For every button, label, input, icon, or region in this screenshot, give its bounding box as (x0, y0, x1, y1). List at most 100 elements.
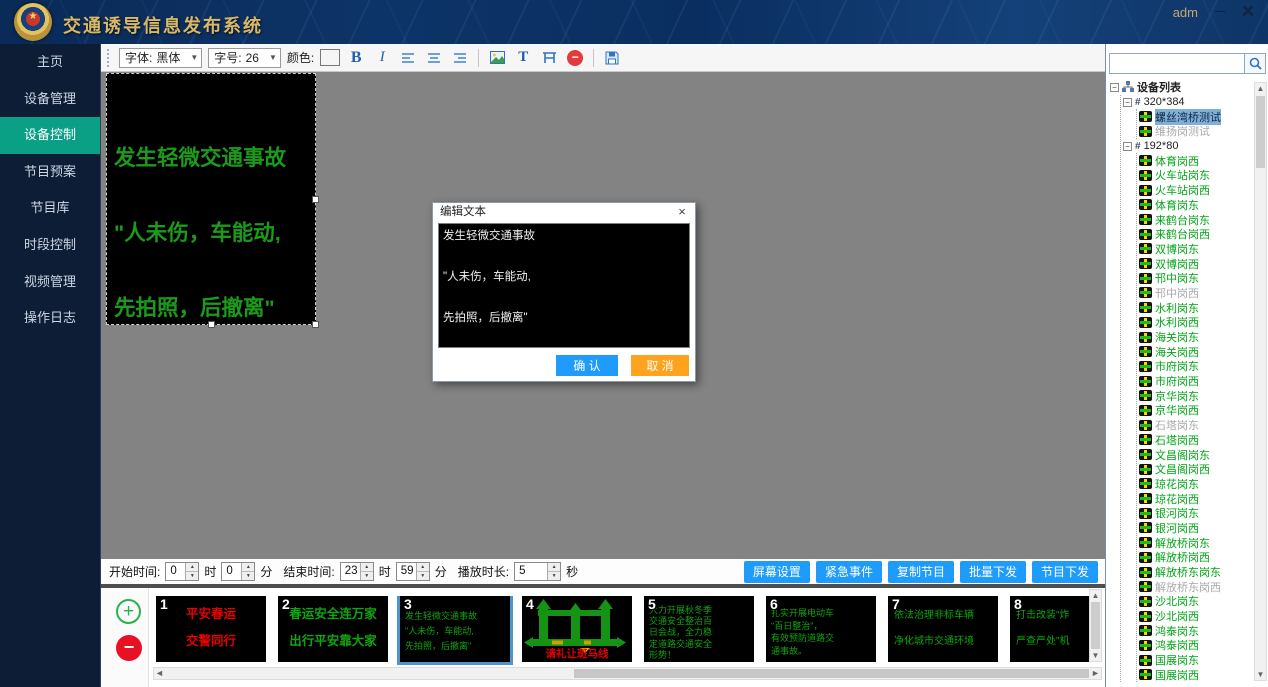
minimize-button[interactable]: ─ (1208, 2, 1232, 22)
end-minute-spinner[interactable]: 59 ▲▼ (396, 562, 430, 581)
action-button-紧急事件[interactable]: 紧急事件 (816, 561, 882, 583)
playlist-vertical-scrollbar[interactable]: ▲ ▼ (1089, 589, 1102, 662)
spinner-up-icon[interactable]: ▲ (361, 563, 373, 572)
sidebar-item-节目库[interactable]: 节目库 (0, 190, 100, 227)
search-button[interactable] (1245, 53, 1266, 74)
device-item-水利岗东[interactable]: 水利岗东 (1139, 300, 1252, 315)
align-right-button[interactable] (450, 48, 470, 68)
frame-button[interactable] (539, 48, 559, 68)
device-item-邗中岗西[interactable]: 邗中岗西 (1139, 286, 1252, 301)
spinner-down-icon[interactable]: ▼ (548, 572, 560, 580)
scrollbar-thumb[interactable] (1091, 602, 1100, 649)
playlist-item-8[interactable]: 8打击改装"炸严查严处"机 (1010, 596, 1089, 662)
chevron-down-icon[interactable]: ▼ (190, 53, 198, 62)
playlist-item-6[interactable]: 6扎实开展电动车"百日整治"，有效预防道路交通事故。 (766, 596, 876, 662)
sidebar-item-设备控制[interactable]: 设备控制 (0, 117, 100, 154)
device-item-邗中岗东[interactable]: 邗中岗东 (1139, 271, 1252, 286)
action-button-屏幕设置[interactable]: 屏幕设置 (744, 561, 810, 583)
device-item-体育岗东[interactable]: 体育岗东 (1139, 198, 1252, 213)
device-item-水利岗西[interactable]: 水利岗西 (1139, 315, 1252, 330)
device-item-京华岗东[interactable]: 京华岗东 (1139, 388, 1252, 403)
sidebar-item-操作日志[interactable]: 操作日志 (0, 300, 100, 337)
spinner-up-icon[interactable]: ▲ (186, 563, 198, 572)
playlist-item-3[interactable]: 3发生轻微交通事故"人未伤，车能动,先拍照，后撤离" (400, 596, 510, 662)
dialog-textarea[interactable]: 发生轻微交通事故 "人未伤，车能动, 先拍照，后撤离" (438, 223, 690, 348)
playlist-item-7[interactable]: 7依法治理非标车辆净化城市交通环境 (888, 596, 998, 662)
sidebar-item-视频管理[interactable]: 视频管理 (0, 264, 100, 301)
cancel-button[interactable]: 取 消 (631, 355, 689, 376)
device-item-京华岗西[interactable]: 京华岗西 (1139, 403, 1252, 418)
device-panel-scrollbar[interactable]: ▲ ▼ (1254, 82, 1267, 681)
action-button-复制节目[interactable]: 复制节目 (888, 561, 954, 583)
italic-button[interactable]: I (372, 48, 392, 68)
scroll-right-icon[interactable]: ► (1090, 668, 1101, 679)
align-center-button[interactable] (424, 48, 444, 68)
device-item-火车站岗西[interactable]: 火车站岗西 (1139, 183, 1252, 198)
device-item-解放桥岗西[interactable]: 解放桥岗西 (1139, 550, 1252, 565)
scroll-up-icon[interactable]: ▲ (1090, 590, 1101, 601)
spinner-down-icon[interactable]: ▼ (361, 572, 373, 580)
align-left-button[interactable] (398, 48, 418, 68)
sidebar-item-主页[interactable]: 主页 (0, 44, 100, 81)
playlist-item-4[interactable]: 4请礼让斑马线 (522, 596, 632, 662)
playlist-item-5[interactable]: 5大力开展秋冬季交通安全整治百日会战，全力稳定道路交通安全形势！ (644, 596, 754, 662)
device-item-来鹤台岗东[interactable]: 来鹤台岗东 (1139, 212, 1252, 227)
device-item-海关岗东[interactable]: 海关岗东 (1139, 330, 1252, 345)
start-hour-spinner[interactable]: 0 ▲▼ (165, 562, 199, 581)
delete-item-button[interactable]: − (565, 48, 585, 68)
scroll-up-icon[interactable]: ▲ (1255, 83, 1266, 94)
device-item-海关岗西[interactable]: 海关岗西 (1139, 344, 1252, 359)
sidebar-item-时段控制[interactable]: 时段控制 (0, 227, 100, 264)
action-button-批量下发[interactable]: 批量下发 (960, 561, 1026, 583)
device-item-鸿泰岗西[interactable]: 鸿泰岗西 (1139, 638, 1252, 653)
expander-icon[interactable]: − (1123, 98, 1132, 107)
scroll-left-icon[interactable]: ◄ (154, 668, 165, 679)
expander-icon[interactable]: − (1123, 142, 1132, 151)
remove-program-button[interactable]: − (116, 635, 142, 661)
start-minute-spinner[interactable]: 0 ▲▼ (221, 562, 255, 581)
add-program-button[interactable]: + (116, 599, 141, 624)
scrollbar-thumb[interactable] (1256, 96, 1265, 168)
device-item-沙北岗东[interactable]: 沙北岗东 (1139, 594, 1252, 609)
device-item-琼花岗西[interactable]: 琼花岗西 (1139, 491, 1252, 506)
led-preview[interactable]: 发生轻微交通事故"人未伤，车能动,先拍照，后撤离" (106, 73, 316, 325)
action-button-节目下发[interactable]: 节目下发 (1032, 561, 1098, 583)
tree-group-header-320*384[interactable]: −#320*384 (1123, 95, 1252, 110)
size-select[interactable]: 字号: 26 ▼ (208, 48, 281, 68)
device-item-石塔岗东[interactable]: 石塔岗东 (1139, 418, 1252, 433)
duration-spinner[interactable]: 5 ▲▼ (514, 562, 561, 581)
bold-button[interactable]: B (346, 48, 366, 68)
insert-text-button[interactable]: T (513, 48, 533, 68)
font-select[interactable]: 字体: 黑体 ▼ (119, 48, 202, 68)
expander-icon[interactable]: − (1110, 83, 1119, 92)
insert-image-button[interactable] (487, 48, 507, 68)
device-item-解放桥岗东[interactable]: 解放桥岗东 (1139, 535, 1252, 550)
device-item-文昌阁岗西[interactable]: 文昌阁岗西 (1139, 462, 1252, 477)
scroll-down-icon[interactable]: ▼ (1090, 650, 1101, 661)
device-item-市府岗西[interactable]: 市府岗西 (1139, 374, 1252, 389)
playlist-horizontal-scrollbar[interactable]: ◄ ► (153, 667, 1102, 680)
end-hour-spinner[interactable]: 23 ▲▼ (340, 562, 374, 581)
sidebar-item-设备管理[interactable]: 设备管理 (0, 81, 100, 118)
device-item-鸿泰岗东[interactable]: 鸿泰岗东 (1139, 623, 1252, 638)
spinner-down-icon[interactable]: ▼ (242, 572, 254, 580)
close-button[interactable]: ✕ (1236, 2, 1260, 22)
device-item-双博岗西[interactable]: 双博岗西 (1139, 256, 1252, 271)
device-item-螺丝湾桥测试[interactable]: 螺丝湾桥测试 (1139, 109, 1252, 124)
resize-handle-bottom[interactable] (208, 321, 215, 328)
device-item-银河岗东[interactable]: 银河岗东 (1139, 506, 1252, 521)
device-item-体育岗西[interactable]: 体育岗西 (1139, 153, 1252, 168)
device-item-沙北岗西[interactable]: 沙北岗西 (1139, 609, 1252, 624)
device-item-银河岗西[interactable]: 银河岗西 (1139, 521, 1252, 536)
device-item-解放桥东岗东[interactable]: 解放桥东岗东 (1139, 565, 1252, 580)
device-item-火车站岗东[interactable]: 火车站岗东 (1139, 168, 1252, 183)
tree-root[interactable]: − 设备列表 (1110, 80, 1252, 95)
resize-handle-corner[interactable] (312, 321, 319, 328)
device-item-解放桥东岗西[interactable]: 解放桥东岗西 (1139, 579, 1252, 594)
device-item-国展岗西[interactable]: 国展岗西 (1139, 668, 1252, 683)
color-swatch[interactable] (320, 49, 340, 66)
device-item-维扬岗测试[interactable]: 维扬岗测试 (1139, 124, 1252, 139)
resize-handle-right[interactable] (312, 196, 319, 203)
device-item-双博岗东[interactable]: 双博岗东 (1139, 242, 1252, 257)
playlist-item-2[interactable]: 2春运安全连万家出行平安靠大家 (278, 596, 388, 662)
